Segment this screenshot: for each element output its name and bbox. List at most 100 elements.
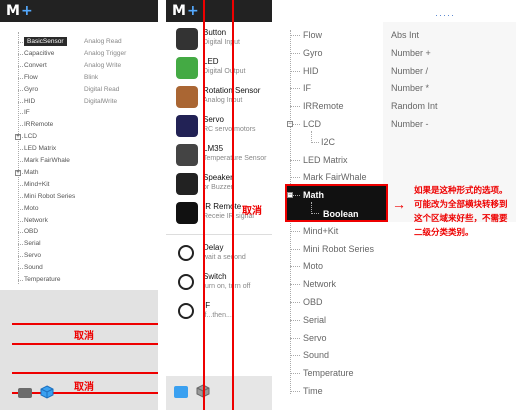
switch-icon xyxy=(178,274,194,290)
tree-item[interactable]: IRRemote xyxy=(24,121,53,128)
tree-connector xyxy=(290,373,300,375)
tree-item[interactable]: Temperature xyxy=(303,368,354,378)
servo-icon xyxy=(176,115,198,137)
tree-item[interactable]: Serial xyxy=(303,315,326,325)
tree-item[interactable]: Flow xyxy=(24,74,38,81)
tree-connector xyxy=(18,113,23,115)
tree-item[interactable]: IF xyxy=(303,83,311,93)
tree-item[interactable]: Sound xyxy=(303,350,329,360)
tree-item[interactable]: Network xyxy=(303,279,336,289)
tree-item[interactable]: Capacitive xyxy=(24,50,54,57)
blocks-tab-icon[interactable] xyxy=(18,388,32,398)
tree-item[interactable]: Network xyxy=(24,217,48,224)
cancel-annotation: 取消 xyxy=(242,206,262,217)
tree-item[interactable]: Serial xyxy=(24,240,41,247)
panel-block-palette: M+ Button Digital Input LED Digital Output R… xyxy=(166,0,272,410)
tree-item[interactable]: Servo xyxy=(24,252,41,259)
tree-item[interactable]: HID xyxy=(24,98,35,105)
tree-item[interactable]: IRRemote xyxy=(303,101,344,111)
red-mark-line xyxy=(12,323,158,325)
palette-item-title: Delay xyxy=(203,243,224,252)
palette-item-subtitle: or Buzzer xyxy=(203,184,233,191)
tree-connector xyxy=(18,220,23,222)
red-mark-vline xyxy=(203,0,205,410)
tree-item[interactable]: Mini Robot Series xyxy=(24,193,75,200)
tree-connector xyxy=(18,268,23,270)
expand-icon[interactable]: + xyxy=(15,169,21,176)
tree-connector xyxy=(290,248,300,250)
tree-item[interactable]: Temperature xyxy=(24,276,61,283)
block-item[interactable]: Digital Read xyxy=(84,86,119,93)
scroll-dots[interactable]: ····· xyxy=(435,10,455,20)
block-item[interactable]: Random Int xyxy=(391,101,438,111)
app-topbar: M+ xyxy=(166,0,272,22)
tree-item[interactable]: Mind+Kit xyxy=(24,181,49,188)
ir-remote-icon xyxy=(176,202,198,224)
tree-connector xyxy=(290,177,300,179)
cube-tab-icon[interactable] xyxy=(40,385,54,404)
tree-connector xyxy=(18,244,23,246)
block-item[interactable]: Blink xyxy=(84,74,98,81)
tree-item[interactable]: I2C xyxy=(321,137,335,147)
tree-connector xyxy=(311,130,312,141)
collapse-icon[interactable]: − xyxy=(287,192,293,199)
tree-connector xyxy=(290,355,300,357)
palette-item[interactable]: IF if...then... xyxy=(166,299,272,333)
arrow-icon: → xyxy=(392,196,406,212)
tree-item[interactable]: OBD xyxy=(24,228,38,235)
block-item[interactable]: Analog Read xyxy=(84,38,122,45)
block-item[interactable]: Number * xyxy=(391,83,429,93)
tree-item[interactable]: Boolean xyxy=(321,208,361,220)
tree-connector xyxy=(311,213,319,214)
lm35-icon xyxy=(176,144,198,166)
rocket-icon xyxy=(178,303,194,319)
tree-item[interactable]: Convert xyxy=(24,62,47,69)
brand-logo: M+ xyxy=(6,3,34,19)
tree-item[interactable]: Math xyxy=(303,190,324,200)
block-item[interactable]: Abs Int xyxy=(391,30,419,40)
blocks-tab-icon[interactable] xyxy=(174,386,188,398)
tree-connector xyxy=(18,208,23,210)
tree-item[interactable]: Mark FairWhale xyxy=(303,172,367,182)
expand-icon[interactable]: + xyxy=(15,134,21,141)
tree-connector xyxy=(290,159,300,161)
palette-item-title: LED xyxy=(203,57,219,66)
tree-connector xyxy=(290,106,300,108)
tree-connector xyxy=(18,42,23,43)
tree-item[interactable]: OBD xyxy=(303,297,323,307)
tree-item[interactable]: LCD xyxy=(303,119,321,129)
tree-item[interactable]: Math xyxy=(24,169,38,176)
tree-connector xyxy=(290,88,300,90)
tree-item[interactable]: BasicSensor xyxy=(24,37,67,46)
app-topbar: M+ xyxy=(0,0,158,22)
tree-item[interactable]: Mini Robot Series xyxy=(303,244,374,254)
tree-item[interactable]: Moto xyxy=(24,205,38,212)
tree-connector xyxy=(18,89,23,91)
tree-item[interactable]: Moto xyxy=(303,261,323,271)
tree-item[interactable]: Servo xyxy=(303,333,327,343)
speaker-icon xyxy=(176,173,198,195)
tree-item[interactable]: Time xyxy=(303,386,323,396)
tree-item[interactable]: Sound xyxy=(24,264,43,271)
tree-item[interactable]: Gyro xyxy=(303,48,323,58)
collapse-icon[interactable]: − xyxy=(287,121,293,127)
tree-item[interactable]: Mind+Kit xyxy=(303,226,338,236)
block-item[interactable]: Analog Trigger xyxy=(84,50,126,57)
palette-item-title: Switch xyxy=(203,272,227,281)
clock-icon xyxy=(178,245,194,261)
tree-item[interactable]: LCD xyxy=(24,133,37,140)
block-item[interactable]: Number / xyxy=(391,66,428,76)
tree-item[interactable]: LED Matrix xyxy=(24,145,56,152)
tree-item[interactable]: LED Matrix xyxy=(303,155,348,165)
tree-item[interactable]: HID xyxy=(303,66,319,76)
tree-connector xyxy=(290,230,300,232)
tree-item[interactable]: Gyro xyxy=(24,86,38,93)
tree-item[interactable]: Flow xyxy=(303,30,322,40)
block-item[interactable]: Number + xyxy=(391,48,431,58)
tree-connector xyxy=(18,196,23,198)
tree-item[interactable]: Mark FairWhale xyxy=(24,157,70,164)
block-item[interactable]: DigitalWrite xyxy=(84,98,117,105)
tree-item[interactable]: IF xyxy=(24,109,30,116)
block-item[interactable]: Number - xyxy=(391,119,429,129)
block-item[interactable]: Analog Write xyxy=(84,62,121,69)
